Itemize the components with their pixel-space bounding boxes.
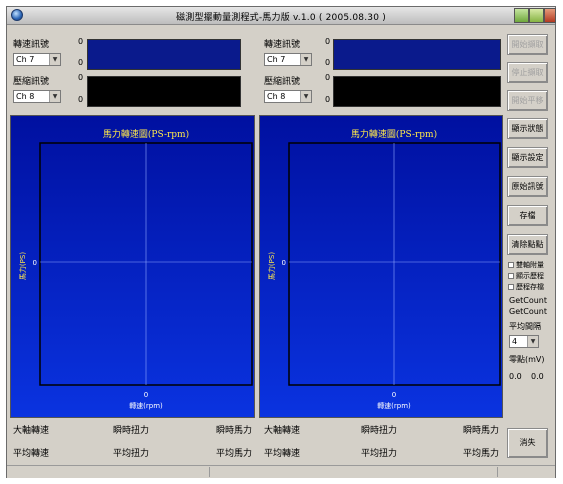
right-speed-signal-display [333, 39, 501, 70]
left-max-speed-label: 大軸轉速 [13, 426, 50, 436]
left-pressure-min-label: 0 [78, 95, 84, 104]
left-instant-torque-label: 瞬時扭力 [113, 426, 150, 436]
zero-value-2: 0.0 [531, 372, 544, 381]
right-avg-power-label: 平均馬力 [463, 449, 500, 459]
stop-capture-button[interactable]: 停止擷取 [507, 62, 548, 83]
exit-button[interactable]: 消失 [507, 428, 548, 458]
left-power-rpm-chart: 馬力轉速圖(PS-rpm) 0 轉速(rpm) 0 馬力(PS) [10, 115, 255, 418]
right-speed-signal-label: 轉速訊號 [264, 40, 301, 50]
left-speed-signal-display [87, 39, 241, 70]
minimize-button[interactable] [514, 8, 529, 23]
left-speed-channel-select[interactable]: Ch 7 ▼ [13, 53, 61, 66]
title-bar[interactable]: 磁測型擺動量測程式-馬力版 v.1.0 ( 2005.08.30 ) [7, 7, 556, 25]
left-speed-channel-value: Ch 7 [16, 55, 35, 64]
right-instant-torque-label: 瞬時扭力 [361, 426, 398, 436]
right-avg-torque-label: 平均扭力 [361, 449, 398, 459]
checkbox-label: 顯示歷程 [516, 272, 544, 280]
right-pressure-signal-display [333, 76, 501, 107]
left-instant-power-label: 瞬時馬力 [216, 426, 253, 436]
right-speed-min-label: 0 [325, 58, 331, 67]
right-speed-max-label: 0 [325, 37, 331, 46]
avg-interval-value: 4 [512, 337, 518, 346]
right-x-axis-label: 轉速(rpm) [377, 401, 411, 410]
maximize-button[interactable] [529, 8, 544, 23]
zero-value-1: 0.0 [509, 372, 522, 381]
right-y-tick-label: 0 [282, 259, 286, 267]
checkbox-label: 雙軸附量 [516, 261, 544, 269]
checkbox-label: 歷程存檔 [516, 283, 544, 291]
get-count-label-2: GetCount [509, 307, 548, 316]
left-pressure-signal-label: 壓縮訊號 [13, 77, 50, 87]
chevron-down-icon: ▼ [300, 91, 311, 102]
left-y-axis-label: 馬力(PS) [18, 252, 27, 280]
clear-points-button[interactable]: 清除點點 [507, 234, 548, 255]
close-button[interactable] [544, 8, 556, 23]
avg-interval-label: 平均間隔 [509, 322, 541, 331]
checkbox-box [508, 284, 514, 290]
chevron-down-icon: ▼ [527, 336, 538, 347]
right-max-speed-label: 大軸轉速 [264, 426, 301, 436]
left-avg-speed-label: 平均轉速 [13, 449, 50, 459]
right-plot-frame [288, 142, 501, 386]
checkbox-box [508, 262, 514, 268]
right-speed-channel-value: Ch 7 [267, 55, 286, 64]
left-pressure-channel-value: Ch 8 [16, 92, 35, 101]
right-y-axis-label: 馬力(PS) [267, 252, 276, 280]
show-history-checkbox[interactable]: 顯示歷程 [508, 271, 544, 281]
left-speed-signal-label: 轉速訊號 [13, 40, 50, 50]
save-button[interactable]: 存檔 [507, 205, 548, 226]
right-power-rpm-chart: 馬力轉速圖(PS-rpm) 0 轉速(rpm) 0 馬力(PS) [259, 115, 503, 418]
left-pressure-max-label: 0 [78, 73, 84, 82]
chevron-down-icon: ▼ [300, 54, 311, 65]
right-pressure-min-label: 0 [325, 95, 331, 104]
show-settings-button[interactable]: 顯示設定 [507, 147, 548, 168]
save-history-checkbox[interactable]: 歷程存檔 [508, 282, 544, 292]
status-bar [7, 465, 555, 478]
get-count-label-1: GetCount [509, 296, 548, 305]
status-separator [209, 467, 210, 477]
left-pressure-channel-select[interactable]: Ch 8 ▼ [13, 90, 61, 103]
left-x-tick-label: 0 [144, 391, 148, 399]
status-separator [497, 467, 498, 477]
zero-point-label: 零點(mV) [509, 355, 545, 364]
left-chart-title: 馬力轉速圖(PS-rpm) [103, 128, 189, 140]
raw-signal-button[interactable]: 原始訊號 [507, 176, 548, 197]
right-instant-power-label: 瞬時馬力 [463, 426, 500, 436]
right-chart-title: 馬力轉速圖(PS-rpm) [351, 128, 437, 140]
app-window: 磁測型擺動量測程式-馬力版 v.1.0 ( 2005.08.30 ) 轉速訊號 … [6, 6, 556, 478]
right-avg-speed-label: 平均轉速 [264, 449, 301, 459]
right-speed-channel-select[interactable]: Ch 7 ▼ [264, 53, 312, 66]
avg-interval-select[interactable]: 4 ▼ [509, 335, 539, 348]
right-x-tick-label: 0 [392, 391, 396, 399]
right-pressure-max-label: 0 [325, 73, 331, 82]
left-speed-min-label: 0 [78, 58, 84, 67]
left-x-axis-label: 轉速(rpm) [129, 401, 163, 410]
left-y-tick-label: 0 [33, 259, 37, 267]
left-pressure-signal-display [87, 76, 241, 107]
start-capture-button[interactable]: 開始擷取 [507, 34, 548, 55]
start-average-button[interactable]: 開始平移 [507, 90, 548, 111]
chevron-down-icon: ▼ [49, 91, 60, 102]
window-title: 磁測型擺動量測程式-馬力版 v.1.0 ( 2005.08.30 ) [176, 13, 386, 23]
left-speed-max-label: 0 [78, 37, 84, 46]
show-status-button[interactable]: 顯示狀態 [507, 118, 548, 139]
right-pressure-channel-value: Ch 8 [267, 92, 286, 101]
left-avg-torque-label: 平均扭力 [113, 449, 150, 459]
dual-axis-checkbox[interactable]: 雙軸附量 [508, 260, 544, 270]
left-avg-power-label: 平均馬力 [216, 449, 253, 459]
right-pressure-signal-label: 壓縮訊號 [264, 77, 301, 87]
checkbox-box [508, 273, 514, 279]
right-pressure-channel-select[interactable]: Ch 8 ▼ [264, 90, 312, 103]
chevron-down-icon: ▼ [49, 54, 60, 65]
